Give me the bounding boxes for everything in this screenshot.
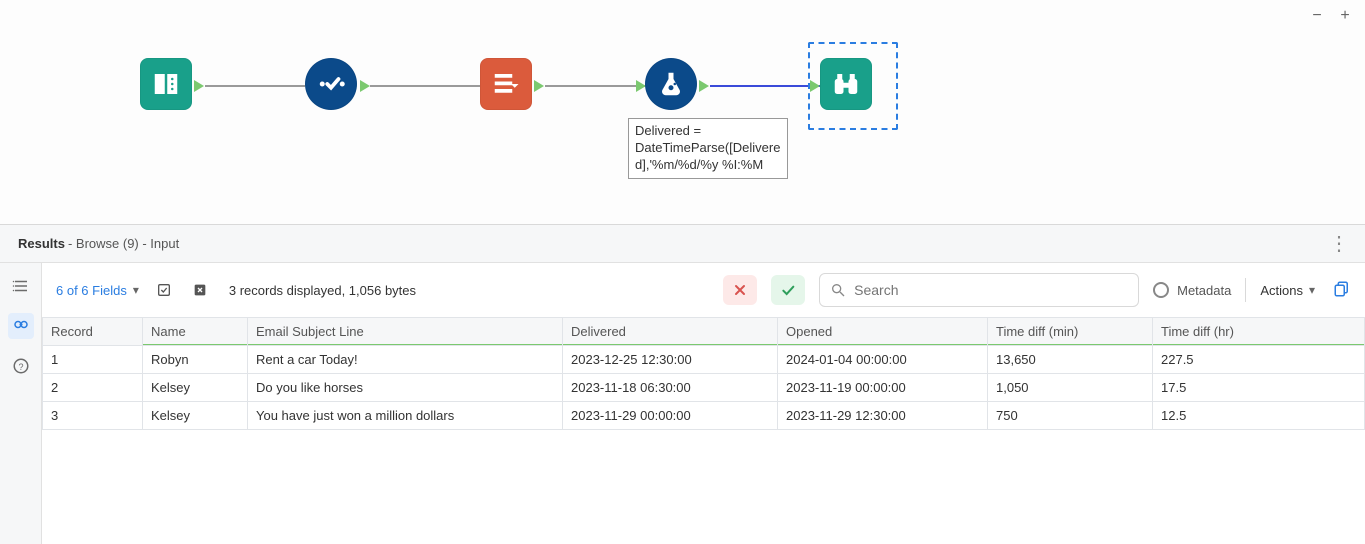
cell-record: 2 <box>43 374 143 402</box>
workflow-canvas[interactable]: − + <box>0 0 1365 225</box>
output-port[interactable] <box>360 80 370 92</box>
cell-hr: 17.5 <box>1153 374 1365 402</box>
cell-opened: 2024-01-04 00:00:00 <box>778 346 988 374</box>
col-header-subject[interactable]: Email Subject Line <box>248 318 563 346</box>
search-box[interactable] <box>819 273 1139 307</box>
multi-row-formula-tool[interactable] <box>480 58 532 110</box>
data-view-button[interactable] <box>8 313 34 339</box>
toolbar-divider <box>1245 278 1246 302</box>
output-port[interactable] <box>699 80 709 92</box>
clear-fields-button[interactable] <box>189 279 211 301</box>
col-header-delivered[interactable]: Delivered <box>563 318 778 346</box>
cell-opened: 2023-11-29 12:30:00 <box>778 402 988 430</box>
zoom-in-button[interactable]: + <box>1335 6 1355 26</box>
tool-annotation[interactable]: Delivered = DateTimeParse([Delivered],'%… <box>628 118 788 179</box>
cell-name: Kelsey <box>143 402 248 430</box>
cell-record: 3 <box>43 402 143 430</box>
rows-arrow-icon <box>491 69 521 99</box>
cell-delivered: 2023-12-25 12:30:00 <box>563 346 778 374</box>
book-icon <box>151 69 181 99</box>
chevron-down-icon: ▾ <box>133 283 139 297</box>
cell-hr: 12.5 <box>1153 402 1365 430</box>
results-toolbar: 6 of 6 Fields ▾ 3 records displayed, 1,0… <box>42 263 1365 317</box>
svg-text:?: ? <box>18 362 23 372</box>
browse-tool[interactable] <box>820 58 872 110</box>
metadata-toggle[interactable]: Metadata <box>1153 282 1231 298</box>
cell-min: 1,050 <box>988 374 1153 402</box>
accept-button[interactable] <box>771 275 805 305</box>
col-header-time-diff-hr[interactable]: Time diff (hr) <box>1153 318 1365 346</box>
cell-delivered: 2023-11-29 00:00:00 <box>563 402 778 430</box>
connector <box>205 85 305 87</box>
check-dots-icon <box>316 69 346 99</box>
connector <box>370 85 480 87</box>
col-header-record[interactable]: Record <box>43 318 143 346</box>
cell-hr: 227.5 <box>1153 346 1365 374</box>
cell-min: 13,650 <box>988 346 1153 374</box>
binoculars-icon <box>831 69 861 99</box>
cell-name: Kelsey <box>143 374 248 402</box>
col-header-time-diff-min[interactable]: Time diff (min) <box>988 318 1153 346</box>
formula-tool[interactable] <box>645 58 697 110</box>
connector <box>710 85 820 87</box>
results-title: Results <box>18 236 65 251</box>
list-view-button[interactable] <box>8 273 34 299</box>
actions-label: Actions <box>1260 283 1303 298</box>
results-table[interactable]: Record Name Email Subject Line Delivered… <box>42 317 1365 430</box>
fields-selector[interactable]: 6 of 6 Fields ▾ <box>56 283 139 298</box>
zoom-out-button[interactable]: − <box>1307 6 1327 26</box>
col-header-name[interactable]: Name <box>143 318 248 346</box>
reject-button[interactable] <box>723 275 757 305</box>
output-port[interactable] <box>534 80 544 92</box>
copy-button[interactable] <box>1329 280 1351 301</box>
help-button[interactable]: ? <box>8 353 34 379</box>
close-icon <box>732 282 748 298</box>
input-data-tool[interactable] <box>140 58 192 110</box>
table-header-row: Record Name Email Subject Line Delivered… <box>43 318 1365 346</box>
chevron-down-icon: ▾ <box>1309 283 1315 297</box>
cell-record: 1 <box>43 346 143 374</box>
copy-icon <box>1333 280 1351 298</box>
connector <box>545 85 645 87</box>
metadata-label: Metadata <box>1177 283 1231 298</box>
table-row[interactable]: 1 Robyn Rent a car Today! 2023-12-25 12:… <box>43 346 1365 374</box>
results-side-rail: ? <box>0 263 42 544</box>
flask-icon <box>656 69 686 99</box>
output-port[interactable] <box>194 80 204 92</box>
cell-subject: Do you like horses <box>248 374 563 402</box>
record-status-text: 3 records displayed, 1,056 bytes <box>229 283 416 298</box>
search-icon <box>830 282 846 298</box>
cell-name: Robyn <box>143 346 248 374</box>
search-input[interactable] <box>854 282 1128 298</box>
fields-selector-label: 6 of 6 Fields <box>56 283 127 298</box>
radio-unchecked-icon <box>1153 282 1169 298</box>
more-menu-button[interactable]: ⋮ <box>1323 231 1355 256</box>
deselect-fields-button[interactable] <box>153 279 175 301</box>
table-row[interactable]: 3 Kelsey You have just won a million dol… <box>43 402 1365 430</box>
col-header-opened[interactable]: Opened <box>778 318 988 346</box>
cell-delivered: 2023-11-18 06:30:00 <box>563 374 778 402</box>
cell-subject: Rent a car Today! <box>248 346 563 374</box>
check-icon <box>780 282 796 298</box>
cell-subject: You have just won a million dollars <box>248 402 563 430</box>
table-row[interactable]: 2 Kelsey Do you like horses 2023-11-18 0… <box>43 374 1365 402</box>
cell-opened: 2023-11-19 00:00:00 <box>778 374 988 402</box>
results-subtitle: - Browse (9) - Input <box>68 236 179 251</box>
results-pane-header: Results - Browse (9) - Input ⋮ <box>0 225 1365 263</box>
cell-min: 750 <box>988 402 1153 430</box>
select-tool[interactable] <box>305 58 357 110</box>
actions-menu[interactable]: Actions ▾ <box>1260 283 1315 298</box>
